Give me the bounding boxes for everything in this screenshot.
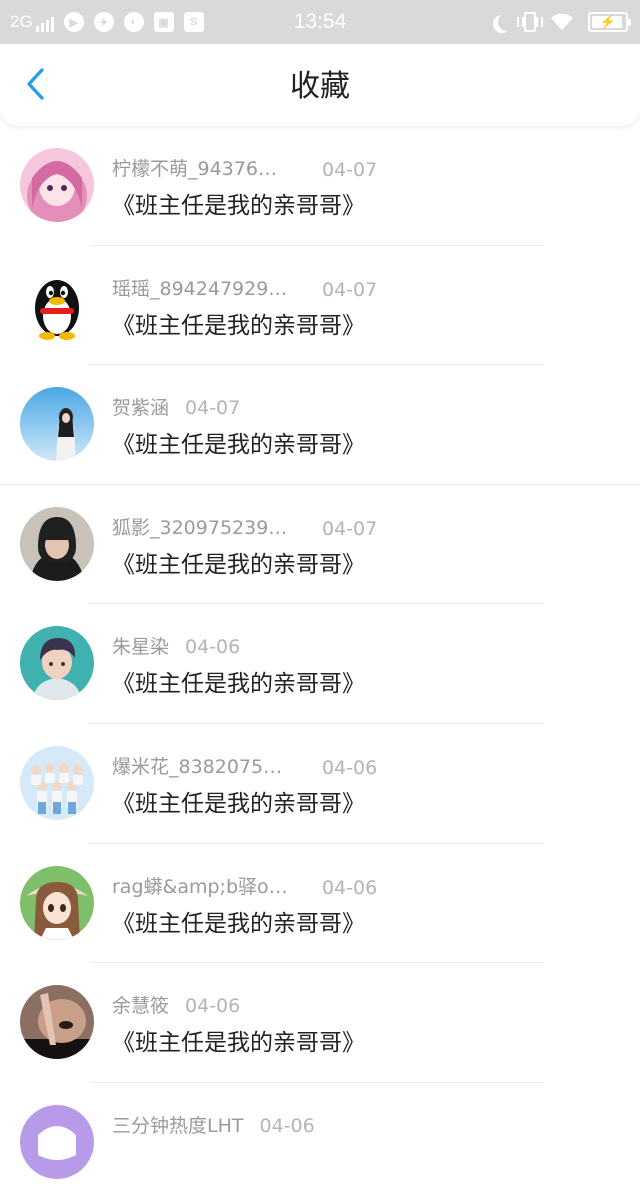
avatar[interactable] (20, 506, 94, 581)
item-title: 《班主任是我的亲哥哥》 (112, 910, 365, 937)
avatar[interactable] (20, 985, 94, 1060)
item-username: 爆米花_8382075… (112, 755, 283, 778)
list-item[interactable]: 贺紫涵 04-07 《班主任是我的亲哥哥》 (0, 365, 640, 485)
item-date: 04-06 (322, 756, 378, 779)
item-meta: 柠檬不萌_94376… 04-07 (112, 154, 377, 181)
item-title: 《班主任是我的亲哥哥》 (112, 790, 365, 817)
list-item[interactable]: 瑶瑶_894247929… 04-07 《班主任是我的亲哥哥》 (0, 246, 640, 366)
avatar[interactable] (20, 626, 94, 701)
item-title: 《班主任是我的亲哥哥》 (112, 193, 365, 219)
item-date: 04-07 (322, 159, 378, 181)
item-meta: 瑶瑶_894247929… 04-07 (112, 274, 377, 301)
avatar[interactable] (20, 1104, 94, 1179)
item-username: 余慧筱 (112, 995, 170, 1018)
list-item[interactable]: 三分钟热度LHT 04-06 (0, 1083, 640, 1202)
avatar[interactable] (20, 148, 94, 222)
vibrate-icon (517, 12, 543, 32)
item-meta: 三分钟热度LHT 04-06 (112, 1111, 315, 1138)
item-date: 04-07 (185, 397, 241, 420)
item-date: 04-06 (322, 876, 378, 899)
item-title: 《班主任是我的亲哥哥》 (112, 1030, 365, 1057)
list-item[interactable]: 狐影_320975239… 04-07 《班主任是我的亲哥哥》 (0, 485, 640, 605)
item-meta: 贺紫涵 04-07 (112, 393, 240, 420)
item-username: 朱星染 (112, 636, 170, 659)
item-username: 狐影_320975239… (112, 516, 288, 539)
list-item[interactable]: 柠檬不萌_94376… 04-07 《班主任是我的亲哥哥》 (0, 126, 640, 246)
item-date: 04-07 (322, 278, 378, 301)
page-title: 收藏 (290, 69, 350, 104)
item-date: 04-07 (322, 517, 378, 540)
list-item[interactable]: 爆米花_8382075… 04-06 《班主任是我的亲哥哥》 (0, 724, 640, 844)
moon-icon (498, 13, 516, 31)
item-date: 04-06 (185, 995, 241, 1018)
favorites-list: 柠檬不萌_94376… 04-07 《班主任是我的亲哥哥》 瑶瑶_89424792… (0, 126, 640, 1202)
status-bar: 2G ▶ ✦ ◐ ▣ S 13:54 ⚡ (0, 0, 640, 44)
battery-icon: ⚡ (588, 12, 631, 32)
item-title: 《班主任是我的亲哥哥》 (112, 432, 365, 459)
item-username: rag蟒&amp;b驿o… (112, 875, 288, 898)
list-item[interactable]: rag蟒&amp;b驿o… 04-06 《班主任是我的亲哥哥》 (0, 844, 640, 964)
item-username: 瑶瑶_894247929… (112, 277, 288, 300)
list-item[interactable]: 朱星染 04-06 《班主任是我的亲哥哥》 (0, 604, 640, 724)
item-title: 《班主任是我的亲哥哥》 (112, 551, 365, 578)
item-username: 贺紫涵 (112, 397, 170, 420)
list-item[interactable]: 余慧筱 04-06 《班主任是我的亲哥哥》 (0, 963, 640, 1083)
item-date: 04-06 (185, 636, 241, 659)
item-meta: 余慧筱 04-06 (112, 991, 240, 1018)
avatar[interactable] (20, 267, 94, 342)
item-meta: rag蟒&amp;b驿o… 04-06 (112, 872, 377, 899)
item-date: 04-06 (259, 1114, 315, 1137)
item-meta: 爆米花_8382075… 04-06 (112, 752, 377, 779)
item-title: 《班主任是我的亲哥哥》 (112, 312, 365, 339)
avatar[interactable] (20, 387, 94, 462)
avatar[interactable] (20, 745, 94, 820)
wifi-icon (550, 13, 574, 31)
item-meta: 朱星染 04-06 (112, 632, 240, 659)
avatar[interactable] (20, 865, 94, 940)
item-username: 柠檬不萌_94376… (112, 158, 277, 180)
item-meta: 狐影_320975239… 04-07 (112, 513, 377, 540)
status-right: ⚡ (492, 0, 631, 44)
item-title: 《班主任是我的亲哥哥》 (112, 671, 365, 698)
item-username: 三分钟热度LHT (112, 1114, 244, 1137)
nav-bar: 收藏 (0, 44, 640, 126)
